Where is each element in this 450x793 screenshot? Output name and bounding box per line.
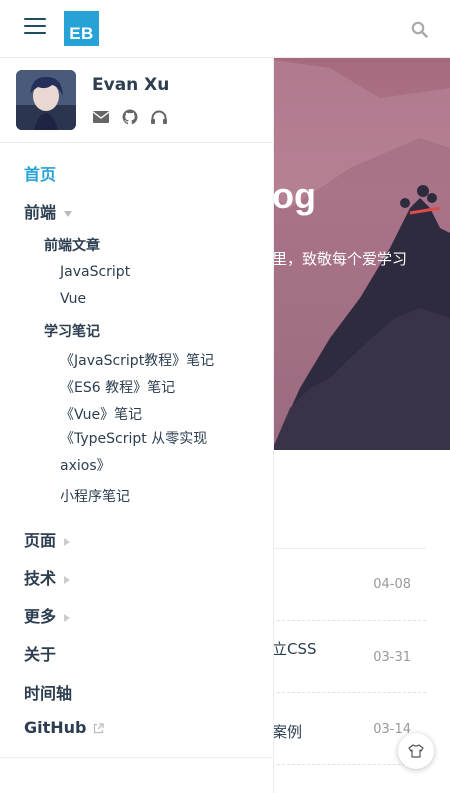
top-navbar: EB — [0, 0, 450, 58]
chevron-down-icon — [64, 210, 73, 217]
avatar — [16, 70, 76, 130]
sidebar-item-label: 首页 — [24, 165, 57, 184]
post-date: 04-08 — [373, 577, 411, 592]
sidebar-item-note-js[interactable]: 《JavaScript教程》笔记 — [60, 350, 214, 370]
hero-description: 里，致敬每个爱学习 — [272, 250, 408, 268]
sidebar-item-note-miniprogram[interactable]: 小程序笔记 — [60, 486, 130, 506]
chevron-right-icon — [64, 575, 71, 584]
menu-toggle-button[interactable] — [24, 18, 46, 38]
sidebar-item-label: 更多 — [24, 607, 57, 626]
headphones-icon[interactable] — [150, 109, 168, 125]
site-logo[interactable]: EB — [64, 11, 99, 46]
sidebar-item-javascript[interactable]: JavaScript — [60, 264, 130, 280]
sidebar-group-frontend-articles: 前端文章 — [44, 238, 100, 254]
sidebar-item-label: 页面 — [24, 531, 57, 550]
sidebar-item-label: GitHub — [24, 718, 87, 737]
post-item[interactable]: 立CSS 03-31 — [272, 621, 426, 693]
sidebar-item-label: 前端 — [24, 203, 57, 222]
post-date: 03-14 — [373, 722, 411, 737]
sidebar-item-note-es6[interactable]: 《ES6 教程》笔记 — [60, 377, 175, 397]
theme-toggle-button[interactable] — [398, 733, 434, 769]
sidebar-item-tech[interactable]: 技术 — [24, 565, 71, 589]
post-title[interactable]: 立CSS — [272, 638, 317, 659]
sidebar-item-frontend[interactable]: 前端 — [24, 199, 73, 223]
shirt-icon — [408, 744, 424, 758]
post-title[interactable]: 案例 — [272, 721, 302, 742]
sidebar-item-home[interactable]: 首页 — [24, 161, 56, 185]
sidebar-divider — [0, 757, 273, 758]
sidebar-item-label: 技术 — [24, 569, 57, 588]
sidebar-item-note-vue[interactable]: 《Vue》笔记 — [60, 404, 142, 424]
sidebar-item-vue[interactable]: Vue — [60, 291, 86, 307]
post-date: 03-31 — [373, 650, 411, 665]
sidebar-item-timeline[interactable]: 时间轴 — [24, 680, 72, 704]
mail-icon[interactable] — [92, 109, 110, 125]
blogger-card: Evan Xu — [0, 58, 273, 143]
chevron-right-icon — [64, 613, 71, 622]
sidebar-item-github[interactable]: GitHub — [24, 718, 104, 737]
sidebar: Evan Xu 首页 前端 前端文章 JavaScript Vue 学习笔记 《… — [0, 58, 274, 793]
blogger-name: Evan Xu — [92, 75, 170, 95]
chevron-right-icon — [64, 537, 71, 546]
sidebar-item-about[interactable]: 关于 — [24, 641, 56, 665]
external-link-icon — [93, 723, 104, 734]
sidebar-item-note-ts[interactable]: 《TypeScript 从零实现 axios》 — [60, 426, 250, 480]
post-item[interactable]: 04-08 — [272, 549, 426, 621]
sidebar-item-label: 时间轴 — [24, 684, 73, 703]
sidebar-item-label: 关于 — [24, 645, 57, 664]
search-icon[interactable] — [411, 21, 428, 38]
sidebar-group-study-notes: 学习笔记 — [44, 324, 100, 340]
github-icon[interactable] — [121, 109, 139, 125]
sidebar-item-more[interactable]: 更多 — [24, 603, 71, 627]
sidebar-item-pages[interactable]: 页面 — [24, 527, 71, 551]
